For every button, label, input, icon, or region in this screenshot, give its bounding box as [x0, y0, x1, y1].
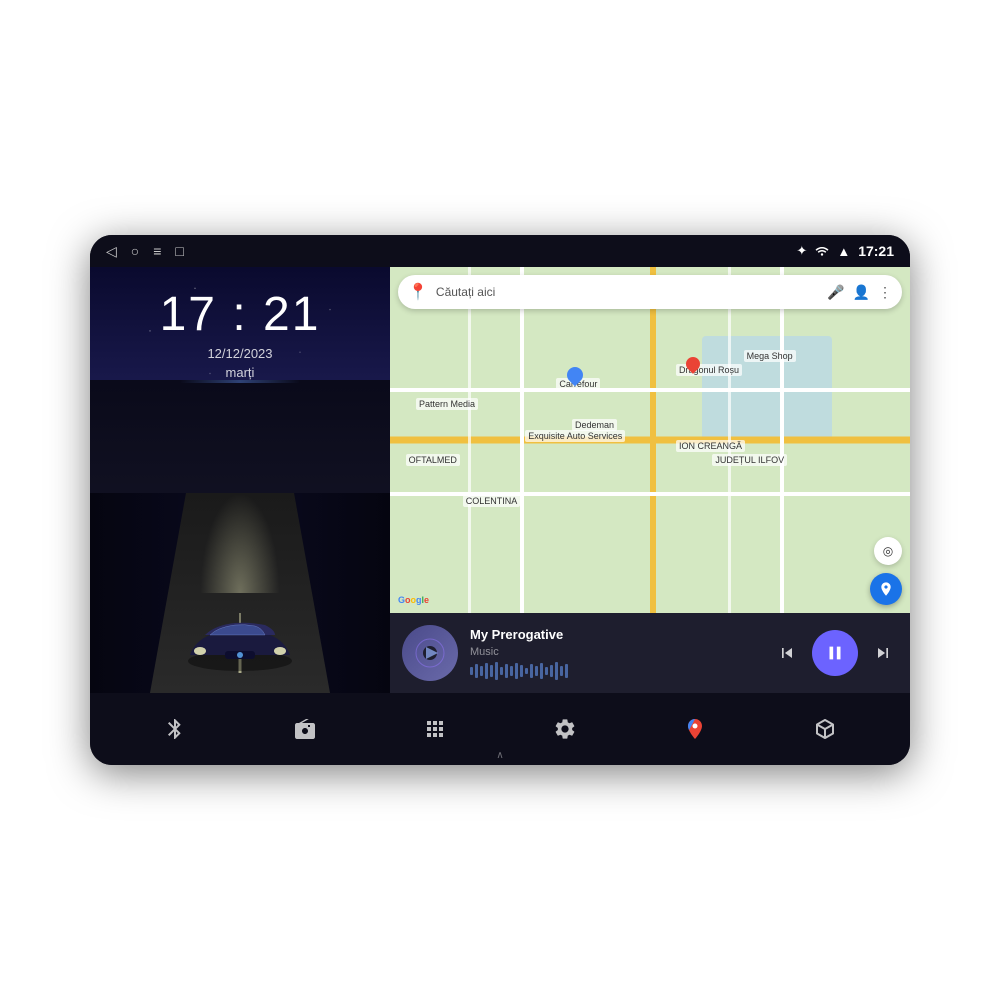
location-fab[interactable] [870, 573, 902, 605]
maps-container[interactable]: Pattern Media Carrefour Dragonul Roșu De… [390, 267, 910, 613]
settings-icon [553, 717, 577, 741]
waveform-bar-2 [475, 664, 478, 678]
nav-buttons: ◁ ○ ≡ □ [106, 243, 184, 260]
nav-bluetooth[interactable] [163, 717, 187, 741]
wifi-icon [815, 244, 829, 259]
nav-settings[interactable] [553, 717, 577, 741]
map-label-exquisite: Exquisite Auto Services [525, 430, 625, 442]
right-panel: Pattern Media Carrefour Dragonul Roșu De… [390, 267, 910, 693]
nav-radio[interactable] [293, 717, 317, 741]
radio-icon [293, 717, 317, 741]
map-marker-dragonul [686, 357, 700, 371]
map-label-mega-shop: Mega Shop [744, 350, 796, 362]
mic-icon[interactable]: 🎤 [827, 284, 844, 301]
swipe-up-indicator: ∧ [496, 750, 503, 761]
signal-icon: ▲ [837, 244, 850, 259]
search-placeholder: Căutați aici [436, 285, 819, 299]
map-label-judet-ilfov: JUDEȚUL ILFOV [712, 454, 787, 466]
play-pause-button[interactable] [812, 630, 858, 676]
map-label-oftalmed: OFTALMED [406, 454, 460, 466]
bluetooth-status-icon: ✦ [796, 243, 807, 259]
car-svg [180, 613, 300, 673]
waveform-bar-1 [470, 667, 473, 675]
waveform-bar-4 [485, 663, 488, 679]
map-search-bar[interactable]: 📍 Căutați aici 🎤 👤 ⋮ [398, 275, 902, 309]
nav-apps[interactable] [423, 717, 447, 741]
waveform-bar-7 [500, 667, 503, 675]
road-v2 [520, 267, 524, 613]
map-background: Pattern Media Carrefour Dragonul Roșu De… [390, 267, 910, 613]
waveform-bar-16 [545, 667, 548, 675]
waveform-bar-17 [550, 665, 553, 677]
map-label-ion-creanga: ION CREANGĂ [676, 440, 745, 452]
waveform-bar-10 [515, 663, 518, 679]
nav-google-maps[interactable] [683, 717, 707, 741]
account-icon[interactable]: 👤 [853, 284, 870, 301]
back-button[interactable]: ◁ [106, 243, 117, 260]
road-v3 [780, 267, 784, 613]
waveform-bar-20 [565, 664, 568, 678]
lock-screen-panel: 17 : 21 12/12/2023 marți [90, 267, 390, 693]
road-v4 [468, 267, 471, 613]
waveform-bar-8 [505, 664, 508, 678]
lock-date: 12/12/2023 [160, 346, 321, 361]
time-display: 17 : 21 12/12/2023 marți [160, 287, 321, 380]
status-icons: ✦ ▲ 17:21 [796, 243, 894, 259]
map-label-colentina: COLENTINA [463, 495, 521, 507]
status-bar: ◁ ○ ≡ □ ✦ ▲ 17:21 [90, 235, 910, 267]
music-info: My Prerogative Music [470, 627, 760, 680]
screenshot-button[interactable]: □ [175, 243, 183, 259]
headlight-glow [200, 493, 280, 593]
cube-icon [813, 717, 837, 741]
google-maps-icon [683, 717, 707, 741]
bottom-nav: ∧ [90, 693, 910, 765]
home-button[interactable]: ○ [131, 243, 139, 259]
menu-button[interactable]: ≡ [153, 243, 161, 259]
waveform [470, 662, 760, 680]
road-main-v [650, 267, 656, 613]
waveform-bar-19 [560, 666, 563, 676]
album-art [402, 625, 458, 681]
next-button[interactable] [868, 638, 898, 668]
map-label-pattern-media: Pattern Media [416, 398, 478, 410]
waveform-bar-14 [535, 666, 538, 676]
waveform-bar-9 [510, 666, 513, 676]
waveform-bar-3 [480, 666, 483, 676]
music-controls [772, 630, 898, 676]
waveform-bar-5 [490, 665, 493, 677]
lock-day: marți [160, 365, 321, 380]
clock-time: 17 : 21 [160, 287, 321, 342]
music-subtitle: Music [470, 646, 760, 658]
maps-logo-icon: 📍 [408, 282, 428, 302]
music-player: My Prerogative Music [390, 613, 910, 693]
waveform-bar-18 [555, 662, 558, 680]
google-logo: Google [398, 595, 429, 605]
status-time: 17:21 [858, 243, 894, 259]
tunnel-light [180, 380, 300, 383]
more-icon[interactable]: ⋮ [878, 284, 892, 301]
waveform-bar-12 [525, 668, 528, 674]
compass-button[interactable]: ◎ [874, 537, 902, 565]
waveform-bar-6 [495, 662, 498, 680]
music-title: My Prerogative [470, 627, 760, 642]
nav-3d-cube[interactable] [813, 717, 837, 741]
waveform-bar-11 [520, 665, 523, 677]
car-head-unit: ◁ ○ ≡ □ ✦ ▲ 17:21 17 : 21 12/12/ [90, 235, 910, 765]
waveform-bar-13 [530, 664, 533, 678]
map-marker-carrefour [567, 367, 583, 383]
main-content: 17 : 21 12/12/2023 marți [90, 267, 910, 693]
car-scene [90, 380, 390, 693]
apps-icon [423, 717, 447, 741]
bluetooth-icon [163, 717, 187, 741]
prev-button[interactable] [772, 638, 802, 668]
waveform-bar-15 [540, 663, 543, 679]
